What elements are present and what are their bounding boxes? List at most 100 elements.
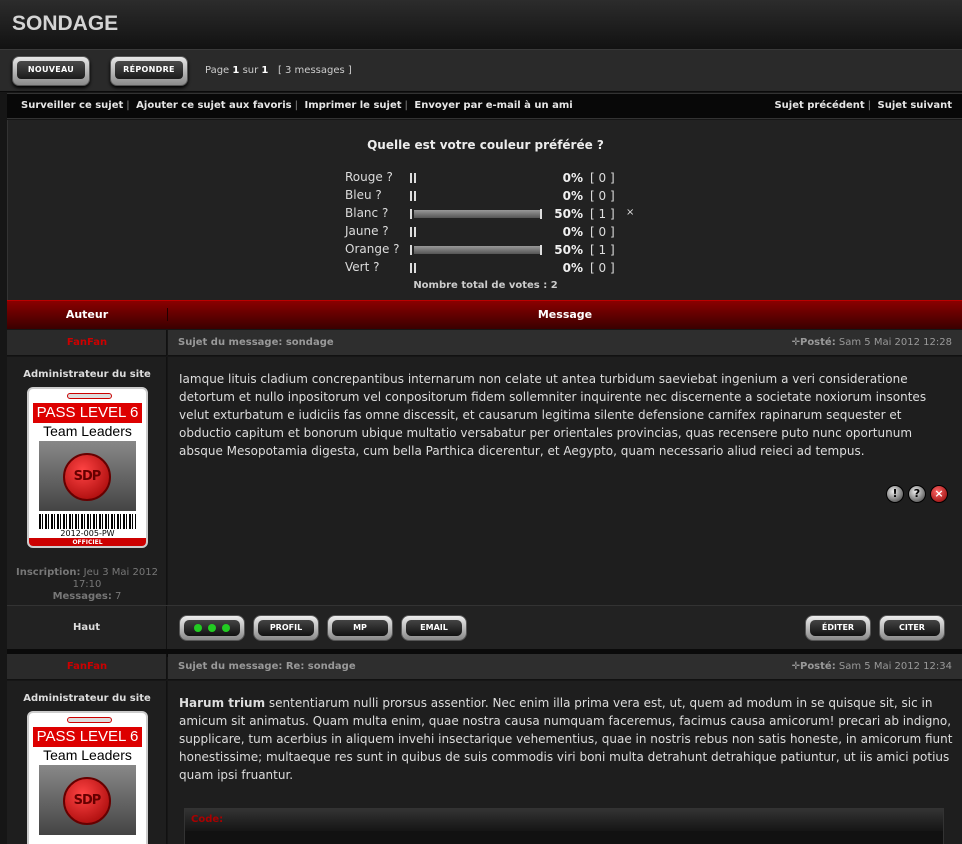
- poll-bar: [410, 209, 542, 219]
- code-block: Code:: [184, 808, 944, 844]
- post-actions: !? ×: [882, 485, 948, 503]
- badge-code: 2012-005-PW: [60, 529, 115, 538]
- poll-results: Quelle est votre couleur préférée ? Roug…: [7, 120, 962, 300]
- poll-bar: [410, 191, 416, 201]
- badge-photo: SDP: [39, 441, 136, 511]
- poll-option-label: Blanc ?: [345, 206, 389, 220]
- new-topic-button[interactable]: NOUVEAU: [12, 56, 90, 86]
- post-header: Sujet du message: Re: sondage ✛Posté: Sa…: [168, 654, 962, 680]
- previous-topic-link[interactable]: Sujet précédent: [774, 100, 864, 111]
- online-status-icon: [184, 620, 240, 636]
- page-sep: sur: [242, 65, 259, 76]
- subject-text: Re: sondage: [285, 661, 356, 672]
- post-text: Iamque lituis cladium concrepantibus int…: [179, 372, 927, 458]
- poll-option: Orange ? 50% [ 1 ]: [345, 242, 645, 258]
- profile-label: PROFIL: [258, 620, 314, 636]
- inscription-date: Jeu 3 Mai 2012 17:10: [72, 567, 158, 590]
- post-subject: Sujet du message: sondage: [178, 337, 334, 348]
- reply-label: RÉPONDRE: [115, 61, 183, 79]
- author-profile: Administrateur du site PASS LEVEL 6 Team…: [7, 681, 167, 844]
- watch-topic-link[interactable]: Surveiller ce sujet: [21, 100, 123, 111]
- poll-bar: [410, 227, 416, 237]
- poll-bar: [410, 245, 542, 255]
- poll-option: Blanc ? 50% [ 1 ] ×: [345, 206, 645, 222]
- new-topic-label: NOUVEAU: [17, 61, 85, 79]
- reply-button[interactable]: RÉPONDRE: [110, 56, 188, 86]
- poll-option-label: Orange ?: [345, 242, 400, 256]
- post-body: Iamque lituis cladium concrepantibus int…: [168, 357, 962, 605]
- bookmark-topic-link[interactable]: Ajouter ce sujet aux favoris: [136, 100, 291, 111]
- back-to-top-link[interactable]: Haut: [7, 606, 167, 650]
- poll-percent: 50%: [554, 243, 583, 257]
- poll-bar-fill: [414, 246, 540, 254]
- poll-votes: [ 0 ]: [590, 171, 615, 185]
- posts-header: Auteur Message: [7, 300, 962, 329]
- post-link-icon[interactable]: ✛: [792, 661, 800, 672]
- poll-votes: [ 1 ]: [590, 207, 615, 221]
- poll-question: Quelle est votre couleur préférée ?: [367, 138, 604, 152]
- inscription-label: Inscription:: [16, 567, 81, 578]
- email-button[interactable]: EMAIL: [401, 615, 467, 641]
- badge-logo: SDP: [63, 453, 111, 501]
- badge-footer: OFFICIEL: [29, 538, 146, 546]
- badge-level: PASS LEVEL 6: [33, 403, 142, 423]
- pm-button[interactable]: MP: [327, 615, 393, 641]
- print-topic-link[interactable]: Imprimer le sujet: [304, 100, 401, 111]
- subject-prefix: Sujet du message:: [178, 661, 283, 672]
- poll-votes: [ 0 ]: [590, 189, 615, 203]
- posted-label: Posté:: [799, 661, 836, 672]
- post-author-bar: FanFan: [7, 330, 167, 356]
- poll-percent: 0%: [562, 261, 583, 275]
- subject-prefix: Sujet du message:: [178, 337, 283, 348]
- page-current: 1: [232, 65, 240, 76]
- poll-bar: [410, 173, 416, 183]
- post-link-icon[interactable]: ✛: [792, 337, 800, 348]
- badge-level: PASS LEVEL 6: [33, 727, 142, 747]
- poll-option-label: Bleu ?: [345, 188, 382, 202]
- author-column-header: Auteur: [65, 308, 109, 321]
- post-1: FanFan Sujet du message: sondage ✛Posté:…: [7, 330, 962, 650]
- subject-text: sondage: [285, 337, 334, 348]
- post-author-name[interactable]: FanFan: [7, 661, 167, 672]
- topic-links-bar: Surveiller ce sujet | Ajouter ce sujet au…: [7, 93, 962, 119]
- messages-label: Messages:: [52, 591, 112, 602]
- post-body: Harum trium sententiarum nulli prorsus a…: [168, 681, 962, 844]
- delete-icon[interactable]: ×: [930, 485, 948, 503]
- avatar: PASS LEVEL 6 Team Leaders SDP: [27, 711, 148, 844]
- poll-option: Rouge ? 0% [ 0 ]: [345, 170, 645, 186]
- poll-option: Vert ? 0% [ 0 ]: [345, 260, 645, 276]
- author-stats: Inscription: Jeu 3 Mai 2012 17:10 Messag…: [7, 567, 167, 603]
- avatar: PASS LEVEL 6 Team Leaders SDP 2012-005-P…: [27, 387, 148, 548]
- message-column-header: Message: [167, 308, 962, 321]
- topic-toolbar: NOUVEAU RÉPONDRE Page 1 sur 1 [ 3 messag…: [0, 50, 962, 92]
- poll-total: Nombre total de votes : 2: [413, 280, 558, 291]
- profile-button[interactable]: PROFIL: [253, 615, 319, 641]
- poll-votes: [ 0 ]: [590, 225, 615, 239]
- poll-option-label: Vert ?: [345, 260, 380, 274]
- quote-label: CITER: [884, 620, 940, 636]
- badge-slot: [67, 393, 112, 399]
- poll-percent: 0%: [562, 189, 583, 203]
- pagination-info: Page 1 sur 1 [ 3 messages ]: [205, 65, 352, 76]
- poll-percent: 50%: [554, 207, 583, 221]
- barcode-icon: [39, 514, 136, 529]
- quote-button[interactable]: CITER: [879, 615, 945, 641]
- report-icon[interactable]: !: [886, 485, 904, 503]
- post-text-bold: Harum trium: [179, 696, 266, 710]
- post-text: Harum trium sententiarum nulli prorsus a…: [179, 694, 954, 784]
- poll-percent: 0%: [562, 225, 583, 239]
- info-icon[interactable]: ?: [908, 485, 926, 503]
- poll-bar: [410, 263, 416, 273]
- next-topic-link[interactable]: Sujet suivant: [878, 100, 952, 111]
- post-date: ✛Posté: Sam 5 Mai 2012 12:34: [792, 661, 952, 672]
- badge-logo: SDP: [63, 777, 111, 825]
- edit-button[interactable]: ÉDITER: [805, 615, 871, 641]
- author-role: Administrateur du site: [23, 369, 151, 380]
- posted-date: Sam 5 Mai 2012 12:28: [838, 337, 952, 348]
- email-friend-link[interactable]: Envoyer par e-mail à un ami: [414, 100, 572, 111]
- title-bar: SONDAGE: [0, 0, 962, 50]
- post-author-name[interactable]: FanFan: [7, 337, 167, 348]
- post-date: ✛Posté: Sam 5 Mai 2012 12:28: [792, 337, 952, 348]
- online-status-button[interactable]: [179, 615, 245, 641]
- author-profile: Administrateur du site PASS LEVEL 6 Team…: [7, 357, 167, 605]
